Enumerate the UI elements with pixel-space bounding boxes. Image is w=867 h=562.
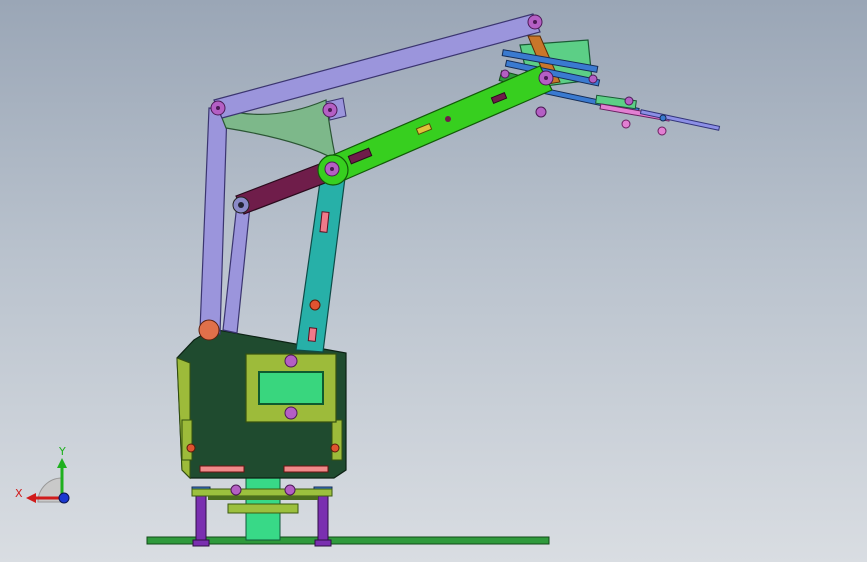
x-axis-arrow-icon <box>26 493 36 503</box>
control-panel[interactable] <box>245 353 337 423</box>
cad-viewport[interactable]: Y X <box>0 0 867 562</box>
rear-link[interactable] <box>199 107 228 335</box>
y-axis-arrow-icon <box>57 458 67 468</box>
robot-arm-model[interactable]: Y X <box>0 0 867 562</box>
forearm[interactable] <box>325 65 553 183</box>
axis-triad: Y X <box>15 445 70 504</box>
z-axis-icon <box>58 492 70 504</box>
x-axis-label: X <box>15 487 23 500</box>
rear-link-inner[interactable] <box>222 203 251 334</box>
lcd-screen <box>258 371 324 405</box>
turntable[interactable] <box>191 484 333 514</box>
upper-arm[interactable] <box>295 167 347 353</box>
y-axis-label: Y <box>58 445 66 458</box>
